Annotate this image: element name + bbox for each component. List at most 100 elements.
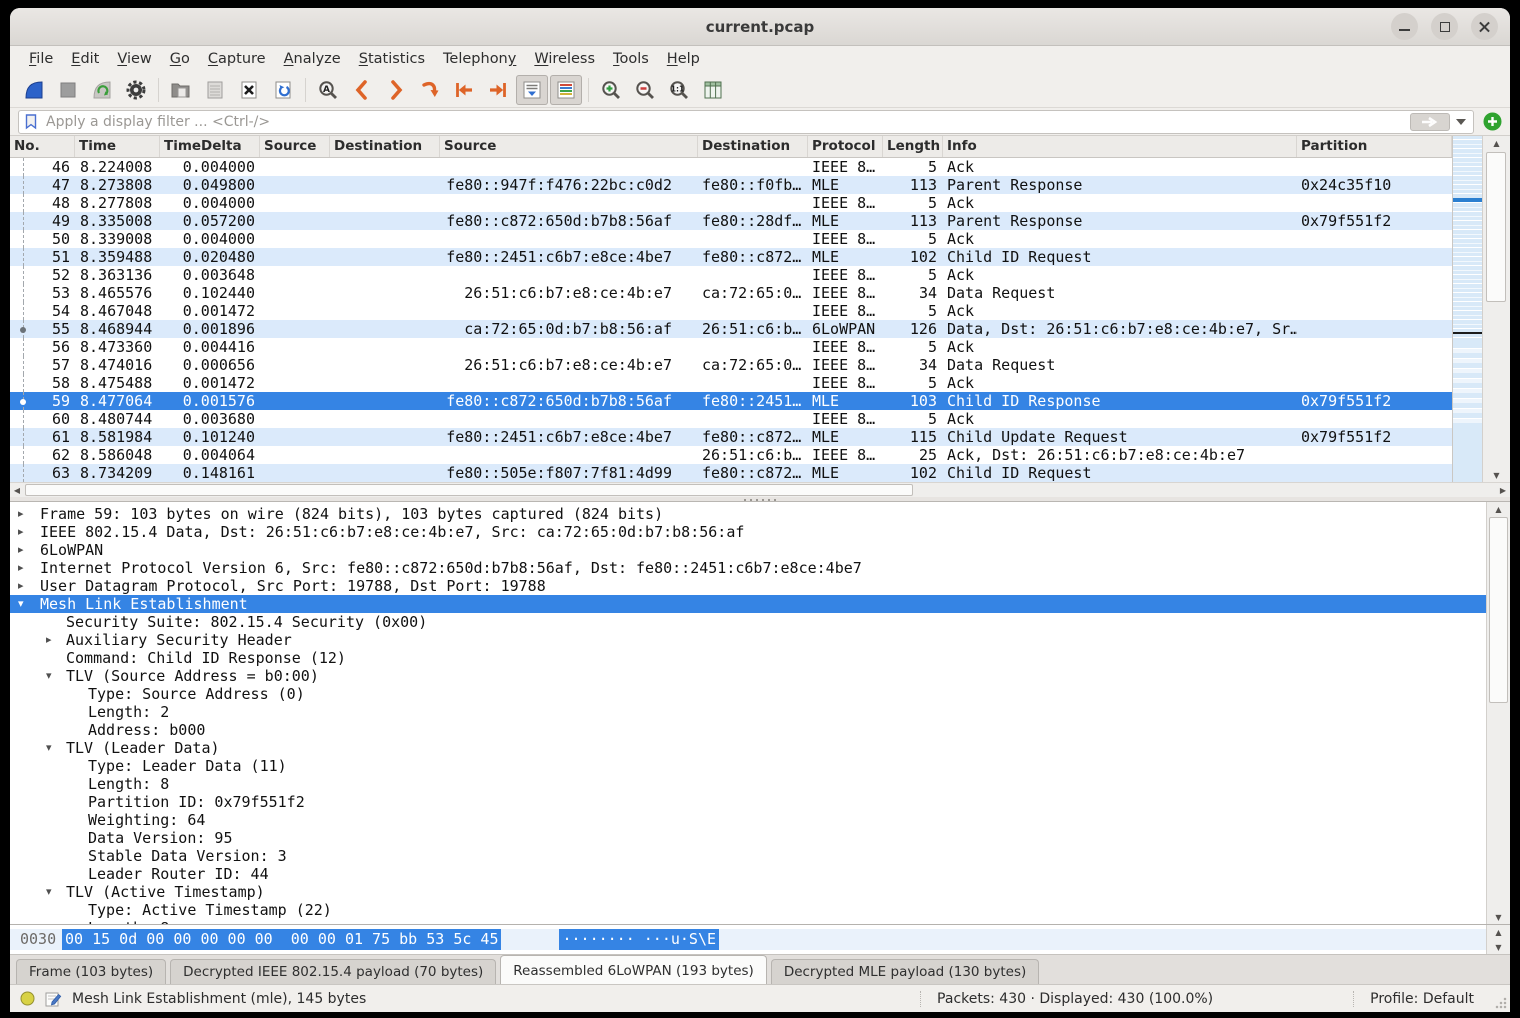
pane-splitter[interactable] xyxy=(10,497,1510,502)
column-header-info[interactable]: Info xyxy=(943,136,1297,157)
close-file-button[interactable] xyxy=(233,75,265,105)
byte-tab-3[interactable]: Decrypted MLE payload (130 bytes) xyxy=(771,959,1039,984)
maximize-button[interactable] xyxy=(1431,13,1458,40)
packet-row-56[interactable]: 568.4733600.004416IEEE 8…5Ack xyxy=(10,338,1452,356)
detail-line-22[interactable]: Type: Active Timestamp (22) xyxy=(10,901,1486,919)
byte-tab-1[interactable]: Decrypted IEEE 802.15.4 payload (70 byte… xyxy=(170,959,496,984)
packet-row-63[interactable]: 638.7342090.148161fe80::505e:f807:7f81:4… xyxy=(10,464,1452,482)
detail-line-17[interactable]: Weighting: 64 xyxy=(10,811,1486,829)
menu-tools[interactable]: Tools xyxy=(604,49,658,69)
last-packet-button[interactable] xyxy=(482,75,514,105)
menu-go[interactable]: Go xyxy=(161,49,199,69)
scroll-down-icon[interactable]: ▼ xyxy=(1483,468,1510,482)
packet-row-48[interactable]: 488.2778080.004000IEEE 8…5Ack xyxy=(10,194,1452,212)
column-header-no[interactable]: No. xyxy=(10,136,75,157)
detail-line-5[interactable]: ▾Mesh Link Establishment xyxy=(10,595,1486,613)
collapse-toggle-icon[interactable]: ▾ xyxy=(18,595,24,613)
column-header-proto[interactable]: Protocol xyxy=(808,136,883,157)
detail-scrollbar[interactable]: ▲ ▼ xyxy=(1486,502,1510,924)
scroll-down-icon[interactable]: ▼ xyxy=(1487,910,1510,924)
capture-options-button[interactable] xyxy=(120,75,152,105)
menu-analyze[interactable]: Analyze xyxy=(275,49,350,69)
reload-file-button[interactable] xyxy=(267,75,299,105)
collapse-toggle-icon[interactable]: ▾ xyxy=(46,883,52,901)
column-header-len[interactable]: Length xyxy=(883,136,943,157)
column-header-time[interactable]: Time xyxy=(75,136,160,157)
detail-line-20[interactable]: Leader Router ID: 44 xyxy=(10,865,1486,883)
first-packet-button[interactable] xyxy=(448,75,480,105)
detail-line-11[interactable]: Length: 2 xyxy=(10,703,1486,721)
packet-list-scrollbar[interactable]: ▲ ▼ xyxy=(1482,136,1510,482)
detail-line-12[interactable]: Address: b000 xyxy=(10,721,1486,739)
scroll-up-icon[interactable]: ▲ xyxy=(1487,502,1510,516)
byte-tab-2[interactable]: Reassembled 6LoWPAN (193 bytes) xyxy=(500,955,767,984)
packet-row-51[interactable]: 518.3594880.020480fe80::2451:c6b7:e8ce:4… xyxy=(10,248,1452,266)
detail-line-19[interactable]: Stable Data Version: 3 xyxy=(10,847,1486,865)
menu-wireless[interactable]: Wireless xyxy=(525,49,604,69)
stop-capture-button[interactable] xyxy=(52,75,84,105)
add-filter-button[interactable] xyxy=(1483,112,1502,131)
detail-line-13[interactable]: ▾TLV (Leader Data) xyxy=(10,739,1486,757)
detail-line-16[interactable]: Partition ID: 0x79f551f2 xyxy=(10,793,1486,811)
detail-line-1[interactable]: ▸IEEE 802.15.4 Data, Dst: 26:51:c6:b7:e8… xyxy=(10,523,1486,541)
title-bar[interactable]: current.pcap xyxy=(10,8,1510,46)
column-header-dst1[interactable]: Destination xyxy=(330,136,440,157)
zoom-original-button[interactable]: 1:1 xyxy=(663,75,695,105)
display-filter-input[interactable]: Apply a display filter ... <Ctrl-/> xyxy=(18,110,1474,134)
column-header-dst2[interactable]: Destination xyxy=(698,136,808,157)
menu-file[interactable]: File xyxy=(20,49,62,69)
expert-info-icon[interactable] xyxy=(20,991,35,1006)
scroll-down-icon[interactable]: ▼ xyxy=(1487,940,1510,954)
detail-line-14[interactable]: Type: Leader Data (11) xyxy=(10,757,1486,775)
expand-toggle-icon[interactable]: ▸ xyxy=(18,577,24,595)
packet-row-46[interactable]: 468.2240080.004000IEEE 8…5Ack xyxy=(10,158,1452,176)
detail-line-3[interactable]: ▸Internet Protocol Version 6, Src: fe80:… xyxy=(10,559,1486,577)
status-profile[interactable]: Profile: Default xyxy=(1353,991,1474,1007)
expand-toggle-icon[interactable]: ▸ xyxy=(46,631,52,649)
apply-filter-button[interactable] xyxy=(1410,113,1450,131)
detail-line-23[interactable]: Length: 8 xyxy=(10,919,1486,924)
minimize-button[interactable] xyxy=(1391,13,1418,40)
packet-row-60[interactable]: 608.4807440.003680IEEE 8…5Ack xyxy=(10,410,1452,428)
column-header-delta[interactable]: TimeDelta xyxy=(160,136,260,157)
scrollbar-thumb[interactable] xyxy=(1489,517,1508,703)
detail-line-9[interactable]: ▾TLV (Source Address = b0:00) xyxy=(10,667,1486,685)
scroll-right-icon[interactable]: ▶ xyxy=(1496,483,1510,497)
byte-tab-0[interactable]: Frame (103 bytes) xyxy=(16,959,166,984)
column-header-src1[interactable]: Source xyxy=(260,136,330,157)
detail-line-0[interactable]: ▸Frame 59: 103 bytes on wire (824 bits),… xyxy=(10,505,1486,523)
hex-body[interactable]: 0030 00 15 0d 00 00 00 00 00 00 00 01 75… xyxy=(10,925,1486,954)
detail-line-18[interactable]: Data Version: 95 xyxy=(10,829,1486,847)
packet-row-53[interactable]: 538.4655760.10244026:51:c6:b7:e8:ce:4b:e… xyxy=(10,284,1452,302)
packet-row-52[interactable]: 528.3631360.003648IEEE 8…5Ack xyxy=(10,266,1452,284)
save-file-button[interactable] xyxy=(199,75,231,105)
menu-view[interactable]: View xyxy=(108,49,160,69)
detail-line-21[interactable]: ▾TLV (Active Timestamp) xyxy=(10,883,1486,901)
menu-telephony[interactable]: Telephony xyxy=(434,49,525,69)
zoom-in-button[interactable] xyxy=(595,75,627,105)
packet-row-54[interactable]: 548.4670480.001472IEEE 8…5Ack xyxy=(10,302,1452,320)
expand-toggle-icon[interactable]: ▸ xyxy=(18,523,24,541)
auto-scroll-toggle[interactable] xyxy=(516,75,548,105)
expand-toggle-icon[interactable]: ▸ xyxy=(18,505,24,523)
hex-bytes-selected[interactable]: 00 15 0d 00 00 00 00 00 00 00 01 75 bb 5… xyxy=(62,929,501,950)
menu-capture[interactable]: Capture xyxy=(199,49,275,69)
scroll-up-icon[interactable]: ▲ xyxy=(1487,925,1510,939)
packet-row-62[interactable]: 628.5860480.00406426:51:c6:b…IEEE 8…25Ac… xyxy=(10,446,1452,464)
column-header-src2[interactable]: Source xyxy=(440,136,698,157)
packet-row-55[interactable]: 558.4689440.001896ca:72:65:0d:b7:b8:56:a… xyxy=(10,320,1452,338)
detail-line-4[interactable]: ▸User Datagram Protocol, Src Port: 19788… xyxy=(10,577,1486,595)
open-file-button[interactable] xyxy=(165,75,197,105)
packet-row-50[interactable]: 508.3390080.004000IEEE 8…5Ack xyxy=(10,230,1452,248)
next-packet-button[interactable] xyxy=(380,75,412,105)
hex-ascii-selected[interactable]: ········ ···u·S\E xyxy=(559,929,719,950)
detail-line-15[interactable]: Length: 8 xyxy=(10,775,1486,793)
packet-row-61[interactable]: 618.5819840.101240fe80::2451:c6b7:e8ce:4… xyxy=(10,428,1452,446)
zoom-out-button[interactable] xyxy=(629,75,661,105)
bookmark-icon[interactable] xyxy=(24,113,39,130)
packet-row-49[interactable]: 498.3350080.057200fe80::c872:650d:b7b8:5… xyxy=(10,212,1452,230)
scrollbar-thumb[interactable] xyxy=(1486,152,1506,302)
close-button[interactable] xyxy=(1471,13,1498,40)
previous-packet-button[interactable] xyxy=(346,75,378,105)
detail-line-6[interactable]: Security Suite: 802.15.4 Security (0x00) xyxy=(10,613,1486,631)
